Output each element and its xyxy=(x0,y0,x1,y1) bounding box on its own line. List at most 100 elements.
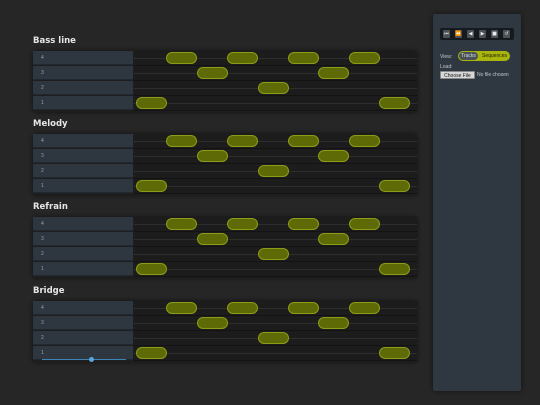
skip-back-button[interactable]: ⏮ xyxy=(443,30,450,38)
note-block[interactable] xyxy=(166,302,197,314)
grid-row: 4 xyxy=(33,301,417,316)
note-block[interactable] xyxy=(197,317,228,329)
stop-button[interactable]: ■ xyxy=(491,30,498,38)
note-block[interactable] xyxy=(166,135,197,147)
row-label: 3 xyxy=(33,66,133,80)
section-title: Bass line xyxy=(33,36,76,46)
row-label: 4 xyxy=(33,134,133,148)
row-label: 2 xyxy=(33,247,133,261)
note-block[interactable] xyxy=(227,218,258,230)
note-block[interactable] xyxy=(318,317,349,329)
section-title: Refrain xyxy=(33,202,68,212)
row-track[interactable] xyxy=(134,217,417,232)
note-block[interactable] xyxy=(349,135,380,147)
rewind-button[interactable]: ⏪ xyxy=(455,30,462,38)
grid-row: 2 xyxy=(33,331,417,346)
row-label: 1 xyxy=(33,262,133,276)
row-label: 4 xyxy=(33,51,133,65)
row-track[interactable] xyxy=(134,51,417,66)
row-track[interactable] xyxy=(134,66,417,81)
note-block[interactable] xyxy=(349,52,380,64)
note-block[interactable] xyxy=(227,135,258,147)
note-block[interactable] xyxy=(379,180,410,192)
grid-row: 3 xyxy=(33,149,417,164)
row-track[interactable] xyxy=(134,149,417,164)
row-track[interactable] xyxy=(134,331,417,346)
note-block[interactable] xyxy=(258,82,289,94)
note-block[interactable] xyxy=(318,67,349,79)
row-label: 1 xyxy=(33,346,133,362)
sequence-grid: 4 3 2 1 xyxy=(33,217,417,278)
note-block[interactable] xyxy=(197,233,228,245)
choose-file-button[interactable]: Choose File xyxy=(440,71,475,79)
note-block[interactable] xyxy=(379,97,410,109)
note-block[interactable] xyxy=(136,97,167,109)
row-track[interactable] xyxy=(134,164,417,179)
note-block[interactable] xyxy=(136,263,167,275)
row-label: 3 xyxy=(33,149,133,163)
sequence-grid: 4 3 2 1 xyxy=(33,301,417,362)
row-track[interactable] xyxy=(134,96,417,111)
note-block[interactable] xyxy=(258,248,289,260)
row-track[interactable] xyxy=(134,81,417,96)
section-title: Bridge xyxy=(33,286,65,296)
note-block[interactable] xyxy=(379,263,410,275)
note-block[interactable] xyxy=(227,302,258,314)
row-label: 1 xyxy=(33,179,133,193)
row-track[interactable] xyxy=(134,346,417,361)
note-block[interactable] xyxy=(288,302,319,314)
row-label: 4 xyxy=(33,217,133,231)
view-toggle[interactable]: Tracks Sequences xyxy=(458,51,510,61)
note-block[interactable] xyxy=(227,52,258,64)
row-track[interactable] xyxy=(134,134,417,149)
note-block[interactable] xyxy=(318,150,349,162)
view-option-sequences[interactable]: Sequences xyxy=(479,51,510,61)
row-track[interactable] xyxy=(134,262,417,277)
grid-row: 1 xyxy=(33,179,417,194)
row-label-text: 1 xyxy=(41,350,44,356)
note-block[interactable] xyxy=(318,233,349,245)
note-block[interactable] xyxy=(379,347,410,359)
row-label: 2 xyxy=(33,81,133,95)
sequence-grid: 4 3 2 1 xyxy=(33,134,417,195)
note-block[interactable] xyxy=(166,52,197,64)
note-block[interactable] xyxy=(136,180,167,192)
grid-row: 2 xyxy=(33,81,417,96)
row-track[interactable] xyxy=(134,232,417,247)
loop-button[interactable]: ↺ xyxy=(503,30,510,38)
row-track[interactable] xyxy=(134,301,417,316)
note-block[interactable] xyxy=(349,302,380,314)
grid-row: 2 xyxy=(33,247,417,262)
play-reverse-button[interactable]: ◀ xyxy=(467,30,474,38)
note-block[interactable] xyxy=(288,135,319,147)
note-block[interactable] xyxy=(197,150,228,162)
note-block[interactable] xyxy=(349,218,380,230)
note-block[interactable] xyxy=(258,165,289,177)
note-block[interactable] xyxy=(136,347,167,359)
view-option-tracks[interactable]: Tracks xyxy=(459,52,478,60)
row-track[interactable] xyxy=(134,179,417,194)
control-panel: ⏮ ⏪ ◀ ▶ ■ ↺ View: Tracks Sequences Load:… xyxy=(433,14,521,391)
volume-slider[interactable] xyxy=(42,357,126,362)
row-track[interactable] xyxy=(134,316,417,331)
grid-row: 1 xyxy=(33,96,417,111)
note-block[interactable] xyxy=(288,52,319,64)
row-track[interactable] xyxy=(134,247,417,262)
grid-row: 4 xyxy=(33,134,417,149)
grid-row: 1 xyxy=(33,346,417,362)
grid-row: 3 xyxy=(33,232,417,247)
play-button[interactable]: ▶ xyxy=(479,30,486,38)
note-block[interactable] xyxy=(288,218,319,230)
grid-row: 4 xyxy=(33,51,417,66)
grid-row: 2 xyxy=(33,164,417,179)
row-label: 4 xyxy=(33,301,133,315)
note-block[interactable] xyxy=(166,218,197,230)
grid-row: 3 xyxy=(33,66,417,81)
grid-row: 1 xyxy=(33,262,417,277)
grid-row: 4 xyxy=(33,217,417,232)
row-label: 3 xyxy=(33,316,133,330)
slider-thumb[interactable] xyxy=(89,357,94,362)
note-block[interactable] xyxy=(197,67,228,79)
note-block[interactable] xyxy=(258,332,289,344)
row-label: 1 xyxy=(33,96,133,110)
